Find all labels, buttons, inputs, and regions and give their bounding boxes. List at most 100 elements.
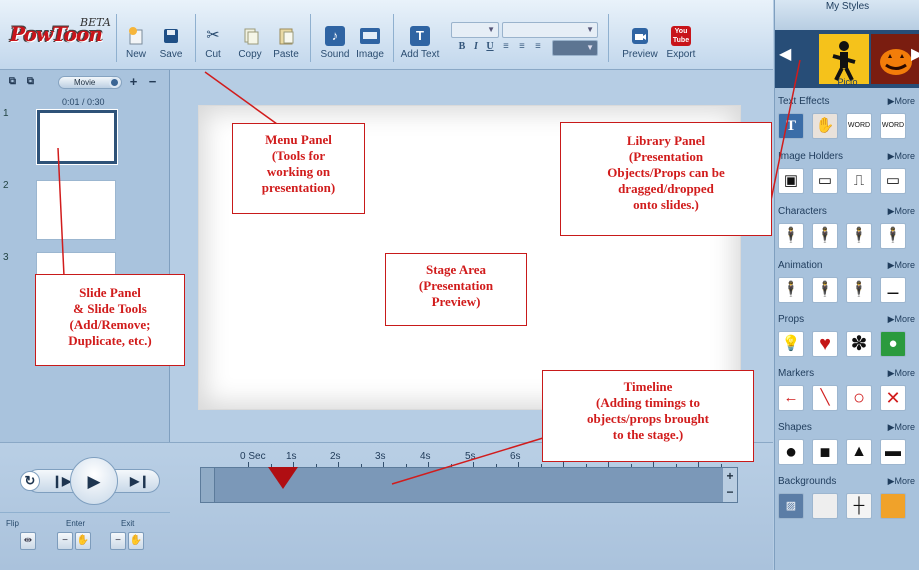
export-button[interactable]: You Tube Export [664, 26, 698, 60]
zoom-out-button[interactable]: − [723, 484, 737, 500]
animated-character-icon[interactable]: 🕴 [812, 277, 838, 303]
heart-icon[interactable]: ♥ [812, 331, 838, 357]
cut-button[interactable]: ✂ Cut [202, 26, 224, 60]
rectangle-shape-icon[interactable]: ▬ [880, 439, 906, 465]
circle-shape-icon[interactable]: ● [778, 439, 804, 465]
category-name: Image Holders [778, 151, 844, 162]
text-t-icon: T [410, 26, 430, 46]
character-icon[interactable]: 🕴 [812, 223, 838, 249]
film-camera-icon [632, 28, 648, 44]
annotation-line: presentation) [261, 180, 336, 195]
step-back-icon[interactable]: ❙▶ [52, 474, 71, 488]
background-pattern-icon[interactable]: ▨ [778, 493, 804, 519]
slide-panel-annotation: Slide Panel & Slide Tools (Add/Remove; D… [35, 274, 185, 366]
more-link[interactable]: ▶More [888, 476, 915, 487]
character-icon[interactable]: 🕴 [880, 223, 906, 249]
animated-character-icon[interactable]: 🕴 [846, 277, 872, 303]
text-effect-t-icon[interactable]: T [778, 113, 804, 139]
background-orange-icon[interactable] [880, 493, 906, 519]
movie-toggle[interactable]: Movie [58, 76, 122, 89]
play-button[interactable]: ▶ [70, 457, 118, 505]
lightbulb-icon[interactable]: 💡 [778, 331, 804, 357]
copy-button[interactable]: Copy [236, 26, 264, 60]
tv-icon[interactable]: ⎍ [846, 168, 872, 194]
annotation-line: working on [266, 164, 331, 179]
arrow-left-icon[interactable]: ◀ [779, 44, 791, 64]
font-size-dropdown[interactable]: ▼ [451, 22, 499, 38]
text-effect-word-icon[interactable]: WORD [846, 113, 872, 139]
italic-button[interactable]: I [469, 40, 483, 54]
exit-hand-button[interactable]: ✋ [128, 532, 144, 550]
add-text-button[interactable]: T Add Text [398, 26, 442, 60]
loop-icon[interactable]: ↻ [20, 471, 40, 491]
square-shape-icon[interactable]: ■ [812, 439, 838, 465]
slide-thumbnail-1[interactable] [37, 110, 117, 164]
triangle-shape-icon[interactable]: ▲ [846, 439, 872, 465]
playback-controls: ↻ ❙▶ ▶ ▶❙ [14, 457, 160, 505]
paste-icon [279, 28, 294, 45]
more-link[interactable]: ▶More [888, 314, 915, 325]
library-row: T ✋ WORD WORD [778, 113, 915, 139]
text-effect-word-outline-icon[interactable]: WORD [880, 113, 906, 139]
sound-button[interactable]: ♪ Sound [318, 26, 352, 60]
slide-panel: ⧉ ⧉ Movie + − 0:01 / 0:30 1 2 3 [0, 70, 170, 442]
x-marker-icon[interactable]: ✕ [880, 385, 906, 411]
more-link[interactable]: ▶More [888, 368, 915, 379]
music-note-icon: ♪ [325, 26, 345, 46]
image-icon [360, 28, 380, 44]
flip-button[interactable]: ⇹ [20, 532, 36, 550]
duplicate-slide-icon[interactable]: ⧉ [24, 75, 37, 89]
category-name: Shapes [778, 422, 812, 433]
underline-button[interactable]: U [483, 40, 497, 54]
monitor-icon[interactable]: ▭ [880, 168, 906, 194]
character-icon[interactable]: 🕴 [778, 223, 804, 249]
image-button[interactable]: Image [354, 26, 386, 60]
more-link[interactable]: ▶More [888, 260, 915, 271]
more-link[interactable]: ▶More [888, 206, 915, 217]
more-link[interactable]: ▶More [888, 96, 915, 107]
category-header: Animation ▶More [778, 260, 915, 274]
add-slide-icon[interactable]: ⧉ [6, 75, 19, 89]
animated-character-icon[interactable]: 🕴 [778, 277, 804, 303]
enter-hand-button[interactable]: ✋ [75, 532, 91, 550]
frame-icon[interactable]: ▭ [812, 168, 838, 194]
align-left-icon[interactable]: ≡ [499, 40, 513, 54]
save-button[interactable]: Save [158, 26, 184, 60]
plus-slide-button[interactable]: + [127, 75, 140, 89]
enter-none-button[interactable]: − [57, 532, 73, 550]
flower-icon[interactable]: ✽ [846, 331, 872, 357]
arrow-right-icon[interactable]: ▶ [911, 44, 919, 64]
paste-button[interactable]: Paste [272, 26, 300, 60]
animated-character-icon[interactable]: ⚊ [880, 277, 906, 303]
new-button[interactable]: New [124, 26, 148, 60]
exit-none-button[interactable]: − [110, 532, 126, 550]
preview-button[interactable]: Preview [620, 26, 660, 60]
money-icon[interactable]: ● [880, 331, 906, 357]
more-link[interactable]: ▶More [888, 422, 915, 433]
line-marker-icon[interactable]: ╲ [812, 385, 838, 411]
timeline-sound-track-icon[interactable] [201, 468, 215, 502]
zoom-in-button[interactable]: + [723, 468, 737, 484]
my-styles-title: My Styles [825, 1, 870, 12]
font-family-dropdown[interactable]: ▼ [502, 22, 598, 38]
text-color-picker[interactable]: ▼ [552, 40, 598, 56]
timeline-playhead[interactable] [268, 467, 298, 489]
arrow-marker-icon[interactable]: ← [778, 385, 804, 411]
tick-label: 5s [465, 451, 476, 462]
align-center-icon[interactable]: ≡ [515, 40, 529, 54]
align-right-icon[interactable]: ≡ [531, 40, 545, 54]
minus-slide-button[interactable]: − [146, 75, 159, 89]
annotation-line: Timeline [623, 379, 673, 394]
chevron-down-icon: ▼ [586, 25, 594, 34]
skip-to-end-icon[interactable]: ▶❙ [130, 474, 149, 488]
more-link[interactable]: ▶More [888, 151, 915, 162]
ellipse-marker-icon[interactable]: ○ [846, 385, 872, 411]
image-holder-icon[interactable]: ▣ [778, 168, 804, 194]
background-light-icon[interactable] [812, 493, 838, 519]
character-icon[interactable]: 🕴 [846, 223, 872, 249]
slide-number: 1 [3, 108, 9, 119]
bold-button[interactable]: B [455, 40, 469, 54]
background-grid-icon[interactable]: ┼ [846, 493, 872, 519]
text-effect-hand-icon[interactable]: ✋ [812, 113, 838, 139]
slide-thumbnail-2[interactable] [36, 180, 116, 240]
